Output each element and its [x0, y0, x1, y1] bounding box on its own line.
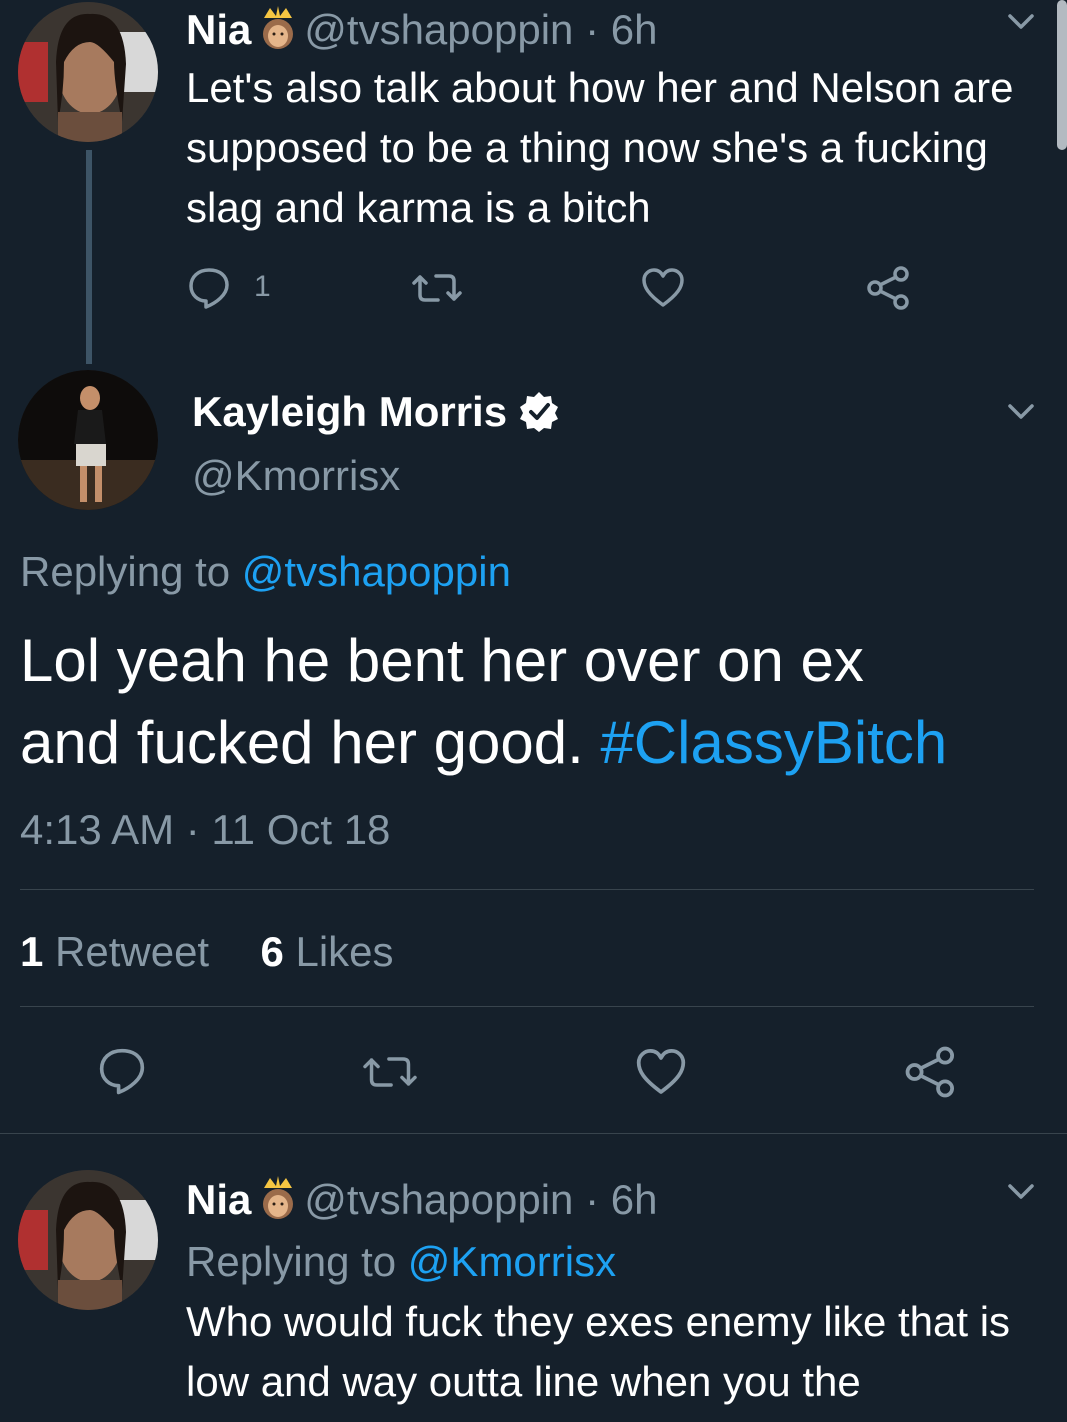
divider — [0, 1133, 1067, 1134]
reply-icon[interactable] — [96, 1045, 148, 1097]
retweets-count: 1 — [20, 928, 44, 975]
thread-line — [86, 150, 92, 364]
scrollbar[interactable] — [1057, 0, 1067, 150]
crown-emoji-icon — [256, 1174, 300, 1225]
share-icon[interactable] — [904, 1045, 958, 1099]
tweet3-replying-to: Replying to @Kmorrisx — [186, 1238, 616, 1286]
main-text-line1: Lol yeah he bent her over on ex — [20, 627, 864, 694]
avatar-nia[interactable] — [18, 1170, 158, 1310]
retweets-label: Retweet — [43, 928, 210, 975]
retweet-icon[interactable] — [410, 265, 464, 311]
main-text-part: and fucked her good. — [20, 709, 601, 776]
like-icon[interactable] — [634, 1045, 688, 1099]
main-tweet-text: Lol yeah he bent her over on ex and fuck… — [20, 620, 947, 784]
replying-to-label: Replying to — [20, 548, 242, 595]
tweet1-reply-count: 1 — [254, 270, 271, 303]
share-icon[interactable] — [866, 265, 912, 311]
replying-to-link[interactable]: @tvshapoppin — [242, 548, 511, 595]
engagement-stats: 1 Retweet 6 Likes — [20, 928, 394, 976]
tweet3-handle-time[interactable]: @tvshapoppin · 6h — [304, 1176, 657, 1223]
verified-badge-icon — [519, 392, 558, 432]
tweet3-text: Who would fuck they exes enemy like that… — [186, 1298, 1011, 1405]
replying-to-label: Replying to — [186, 1238, 408, 1285]
chevron-down-icon[interactable] — [1004, 4, 1038, 38]
tweet1-author-name[interactable]: Nia — [186, 6, 251, 53]
chevron-down-icon[interactable] — [1004, 394, 1038, 428]
likes-label: Likes — [283, 928, 394, 975]
avatar-kayleigh[interactable] — [18, 370, 158, 510]
tweet3-author-name[interactable]: Nia — [186, 1176, 251, 1223]
main-author-handle[interactable]: @Kmorrisx — [192, 452, 400, 500]
main-text-line2: and fucked her good. #ClassyBitch — [20, 702, 947, 784]
hashtag-link[interactable]: #ClassyBitch — [600, 709, 947, 776]
likes-count: 6 — [260, 928, 284, 975]
divider — [20, 889, 1034, 890]
retweets-stat[interactable]: 1 Retweet — [20, 928, 209, 975]
avatar-nia[interactable] — [18, 2, 158, 142]
main-replying-to: Replying to @tvshapoppin — [20, 548, 511, 596]
likes-stat[interactable]: 6 Likes — [260, 928, 393, 975]
replying-to-link[interactable]: @Kmorrisx — [408, 1238, 616, 1285]
chevron-down-icon[interactable] — [1004, 1174, 1038, 1208]
divider — [20, 1006, 1034, 1007]
retweet-icon[interactable] — [360, 1047, 420, 1097]
crown-emoji-icon — [256, 4, 300, 55]
reply-icon[interactable] — [186, 265, 232, 311]
tweet1-handle-time[interactable]: @tvshapoppin · 6h — [304, 6, 657, 53]
like-icon[interactable] — [640, 265, 686, 311]
tweet1-header: Nia @tvshapoppin · 6h — [186, 4, 657, 55]
main-author-name[interactable]: Kayleigh Morris — [192, 388, 507, 435]
tweet3-header: Nia @tvshapoppin · 6h — [186, 1174, 657, 1225]
main-timestamp[interactable]: 4:13 AM · 11 Oct 18 — [20, 806, 390, 854]
tweet1-text: Let's also talk about how her and Nelson… — [186, 64, 1014, 231]
